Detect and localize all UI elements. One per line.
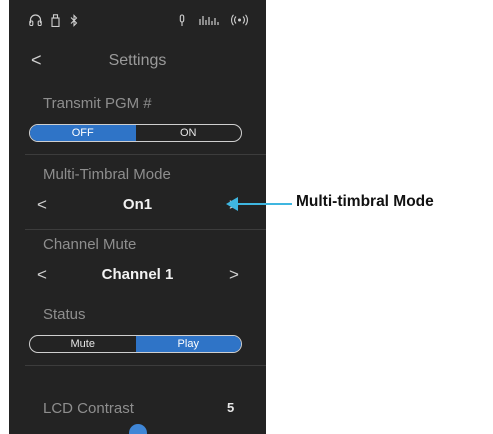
status-label: Status [43,306,86,323]
navigation-bar: < Settings [9,44,266,78]
transmit-pgm-on-option[interactable]: ON [136,125,242,141]
transmit-pgm-label: Transmit PGM # [43,95,152,112]
callout-line [234,203,292,205]
lcd-contrast-slider-knob[interactable] [129,424,147,434]
channel-mute-value: Channel 1 [101,266,174,283]
transmit-pgm-toggle[interactable]: OFF ON [29,124,242,142]
channel-mute-label: Channel Mute [43,236,137,253]
usb-memory-icon [51,14,60,30]
page-title: Settings [108,52,167,69]
wireless-icon [231,14,248,29]
audio-level-icon [199,14,219,29]
status-play-option[interactable]: Play [135,336,241,352]
status-toggle[interactable]: Mute Play [29,335,242,353]
channel-mute-next-button[interactable]: > [225,264,243,286]
status-bar [9,0,266,44]
multi-timbral-mode-label: Multi-Timbral Mode [43,166,171,183]
divider [25,229,266,230]
headphones-icon [29,14,42,29]
divider [25,365,266,366]
mic-icon [178,14,186,30]
channel-mute-selector: < Channel 1 > [9,264,266,288]
transmit-pgm-off-option[interactable]: OFF [30,125,136,141]
divider [25,154,266,155]
lcd-contrast-value: 5 [227,400,235,415]
lcd-contrast-label: LCD Contrast [43,400,134,417]
callout-label: Multi-timbral Mode [296,193,434,210]
status-mute-option[interactable]: Mute [30,336,136,352]
bluetooth-icon [70,14,78,30]
callout-arrow-icon [226,197,238,211]
multi-timbral-mode-value: On1 [122,196,153,213]
settings-screen: < Settings Transmit PGM # OFF ON Multi-T… [9,0,266,434]
